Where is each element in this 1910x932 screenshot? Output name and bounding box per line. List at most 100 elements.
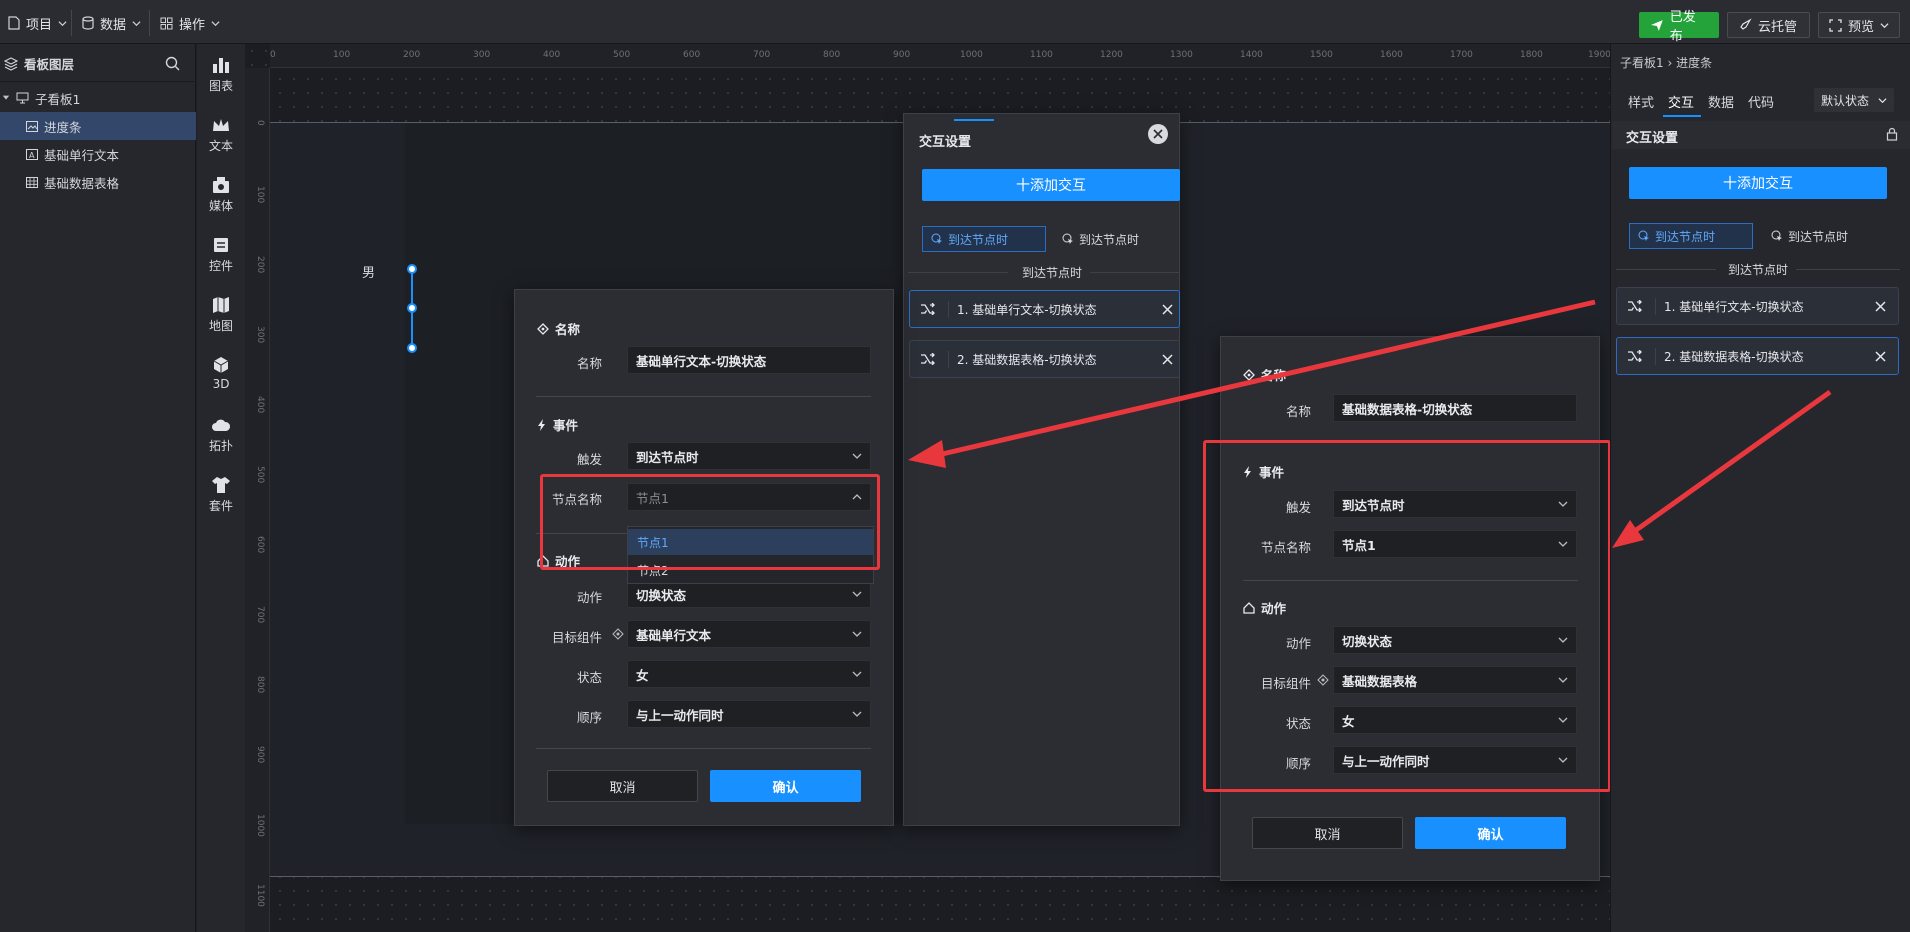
action-label: 动作	[576, 590, 602, 605]
tab-interaction[interactable]: 交互	[1668, 92, 1694, 111]
tab-code[interactable]: 代码	[1748, 92, 1774, 111]
divider	[71, 10, 72, 36]
close-icon[interactable]	[1162, 353, 1173, 365]
layer-item-label: 进度条	[44, 119, 82, 135]
order-label: 顺序	[576, 710, 602, 725]
trigger-select[interactable]: 到达节点时	[627, 442, 871, 470]
state-dropdown[interactable]: 默认状态	[1814, 88, 1894, 112]
progress-node[interactable]	[407, 303, 417, 313]
preview-button[interactable]: 预览	[1818, 12, 1900, 38]
ruler-tick: 1400	[1240, 50, 1263, 60]
fullscreen-icon	[1829, 18, 1842, 32]
grid-icon	[160, 17, 173, 29]
interaction-item[interactable]: 1. 基础单行文本-切换状态	[909, 290, 1180, 328]
section-title: 名称	[1261, 368, 1287, 383]
tab-style[interactable]: 样式	[1628, 92, 1654, 111]
ruler-tick: 0	[270, 50, 276, 60]
name-section: 名称	[537, 319, 580, 338]
diamond-icon	[1243, 368, 1255, 381]
state-select[interactable]: 女	[627, 660, 871, 688]
layers-header: 看板图层	[0, 46, 196, 82]
menu-project-label: 项目	[26, 17, 53, 33]
lock-icon[interactable]	[1886, 127, 1898, 141]
tab-node-arrive[interactable]: 到达节点时	[1771, 223, 1848, 249]
close-icon[interactable]	[1162, 303, 1173, 315]
tool-topology[interactable]: 拓扑	[197, 416, 245, 454]
interaction-item[interactable]: 2. 基础数据表格-切换状态	[909, 340, 1180, 378]
name-value: 基础数据表格-切换状态	[1342, 401, 1473, 417]
cube-icon	[213, 357, 229, 373]
ruler-tick: 900	[893, 50, 911, 60]
tab-data[interactable]: 数据	[1708, 92, 1734, 111]
divider	[1796, 269, 1900, 270]
cloud-label: 云托管	[1758, 19, 1798, 35]
order-select[interactable]: 与上一动作同时	[627, 700, 871, 728]
interaction-item-label: 2. 基础数据表格-切换状态	[948, 350, 1097, 368]
tool-media[interactable]: 媒体	[197, 176, 245, 214]
progress-node[interactable]	[407, 264, 417, 274]
menu-data[interactable]: 数据	[78, 10, 145, 36]
component-rail: 图表 文本 媒体 控件 地图 3D 拓扑 套件	[197, 44, 245, 932]
name-input[interactable]: 基础单行文本-切换状态	[627, 346, 871, 374]
close-button[interactable]	[1148, 124, 1168, 144]
chevron-down-icon	[852, 453, 862, 459]
monitor-icon	[16, 92, 29, 104]
name-input[interactable]: 基础数据表格-切换状态	[1333, 394, 1577, 422]
ruler-tick: 1500	[1310, 50, 1333, 60]
divider	[1090, 272, 1180, 273]
caret-down-icon	[2, 95, 10, 100]
tab-node-arrive-active[interactable]: 到达节点时	[1629, 223, 1753, 249]
target-select[interactable]: 基础单行文本	[627, 620, 871, 648]
tool-label: 地图	[208, 319, 233, 333]
chevron-down-icon	[852, 671, 862, 677]
search-icon[interactable]	[165, 56, 180, 71]
interaction-item-label: 1. 基础单行文本-切换状态	[948, 300, 1097, 318]
close-icon[interactable]	[1875, 350, 1886, 362]
ruler-tick: 1000	[255, 814, 265, 837]
confirm-button[interactable]: 确认	[1415, 817, 1566, 849]
tool-map[interactable]: 地图	[197, 296, 245, 334]
action-value: 切换状态	[636, 587, 687, 603]
ruler-tick: 700	[255, 606, 265, 624]
tool-3d[interactable]: 3D	[197, 356, 245, 391]
preview-label: 预览	[1848, 19, 1875, 35]
state-label: 状态	[576, 670, 602, 685]
tool-chart[interactable]: 图表	[197, 56, 245, 94]
layer-item-text[interactable]: A 基础单行文本	[0, 140, 196, 168]
ruler-tick: 1800	[1520, 50, 1543, 60]
menu-operate[interactable]: 操作	[156, 10, 224, 36]
tab-node-arrive[interactable]: 到达节点时	[1062, 226, 1139, 252]
published-button[interactable]: 已发布	[1639, 10, 1719, 44]
tool-control[interactable]: 控件	[197, 236, 245, 274]
ruler-tick: 900	[255, 746, 265, 764]
ruler-tick: 1300	[1170, 50, 1193, 60]
breadcrumb: 子看板1 › 进度条	[1620, 56, 1713, 70]
event-section: 事件	[537, 415, 578, 434]
layer-item-progress[interactable]: 进度条	[0, 112, 196, 140]
tool-label: 图表	[208, 79, 233, 93]
ruler-tick: 200	[255, 256, 265, 274]
interaction-item[interactable]: 1. 基础单行文本-切换状态	[1616, 287, 1899, 325]
section-title: 事件	[553, 418, 579, 433]
progress-node[interactable]	[407, 343, 417, 353]
action-select[interactable]: 切换状态	[627, 580, 871, 608]
highlight-box	[540, 474, 880, 570]
ruler-tick: 0	[255, 120, 265, 126]
layer-board[interactable]: 子看板1	[0, 84, 196, 112]
interaction-item[interactable]: 2. 基础数据表格-切换状态	[1616, 337, 1899, 375]
send-icon	[1650, 20, 1663, 31]
name-section: 名称	[1243, 365, 1286, 384]
add-interaction-button[interactable]: 十添加交互	[922, 169, 1180, 201]
close-icon[interactable]	[1875, 300, 1886, 312]
layer-item-table[interactable]: 基础数据表格	[0, 168, 196, 196]
tool-text[interactable]: 文本	[197, 116, 245, 154]
menu-project[interactable]: 项目	[4, 10, 71, 36]
tab-node-arrive-active[interactable]: 到达节点时	[922, 226, 1046, 252]
cancel-button[interactable]: 取消	[547, 770, 698, 802]
tab-active-indicator	[1663, 115, 1701, 117]
add-interaction-button[interactable]: 十添加交互	[1629, 167, 1887, 199]
confirm-button[interactable]: 确认	[710, 770, 861, 802]
tool-suite[interactable]: 套件	[197, 476, 245, 514]
cloud-hosting-button[interactable]: 云托管	[1727, 12, 1810, 38]
cancel-button[interactable]: 取消	[1252, 817, 1403, 849]
